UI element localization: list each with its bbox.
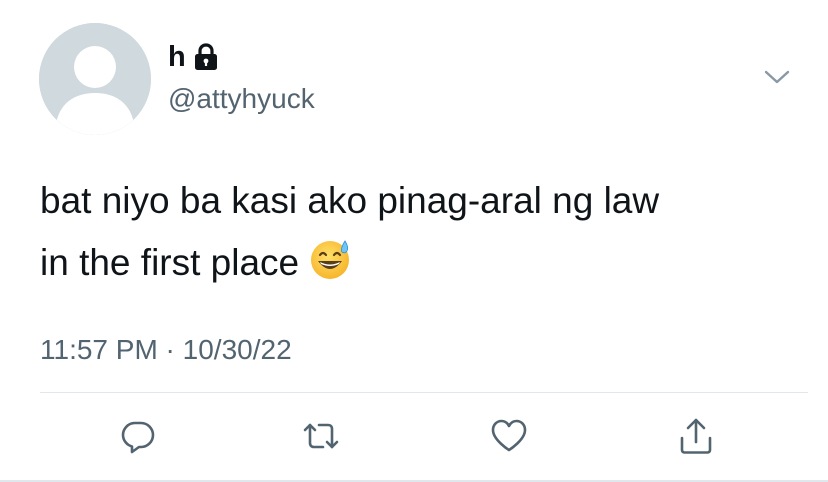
display-name[interactable]: h [168, 40, 186, 74]
tweet-text: bat niyo ba kasi ako pinag-aral ng law i… [40, 170, 800, 294]
reply-icon [121, 421, 155, 454]
default-avatar-icon [39, 23, 151, 135]
tweet-text-line-1: bat niyo ba kasi ako pinag-aral ng law [40, 180, 660, 221]
avatar[interactable] [39, 23, 151, 135]
share-icon [680, 418, 712, 454]
heart-icon [491, 419, 527, 452]
chevron-down-icon[interactable] [763, 67, 791, 87]
tweet-timestamp[interactable]: 11:57 PM · 10/30/22 [40, 333, 292, 367]
lock-icon [195, 43, 218, 70]
user-name-row: h [168, 40, 220, 74]
reply-button[interactable] [118, 416, 158, 456]
tweet-text-line-2-text: in the first place [40, 242, 300, 283]
retweet-button[interactable] [301, 416, 341, 456]
tweet-text-line-2: in the first place [40, 232, 800, 294]
like-button[interactable] [489, 416, 529, 456]
user-handle[interactable]: @attyhyuck [168, 82, 315, 116]
share-button[interactable] [676, 416, 716, 456]
retweet-icon [303, 423, 339, 449]
grinning-face-with-sweat-icon [311, 240, 350, 279]
divider [40, 392, 808, 393]
